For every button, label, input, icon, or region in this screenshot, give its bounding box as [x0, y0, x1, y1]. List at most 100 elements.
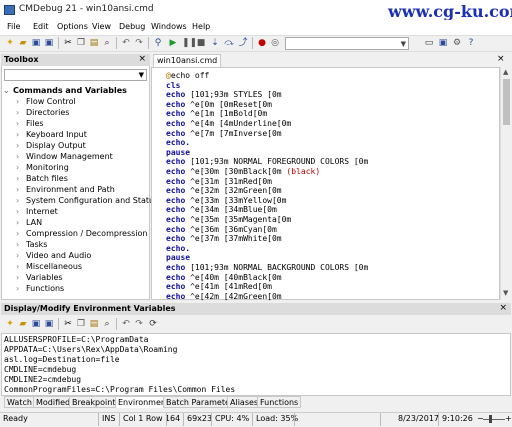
- zoom-in-icon[interactable]: +: [505, 414, 512, 423]
- tree-item[interactable]: › Compression / Decompression: [16, 229, 148, 238]
- tree-item[interactable]: › Files: [16, 119, 44, 128]
- menu-windows[interactable]: Windows: [151, 22, 187, 31]
- tree-item[interactable]: › System Configuration and Status: [16, 196, 158, 205]
- breakpoint-icon[interactable]: ●: [257, 38, 267, 48]
- tree-item[interactable]: › Functions: [16, 284, 64, 293]
- toolbar-dropdown[interactable]: ▼: [285, 37, 409, 50]
- chevron-right-icon: ›: [16, 262, 20, 271]
- status-separator: [380, 413, 381, 426]
- step-into-icon[interactable]: ⇣: [210, 38, 220, 48]
- settings-icon[interactable]: ⚙: [452, 38, 462, 48]
- stop-icon[interactable]: ■: [196, 38, 206, 48]
- tree-item-label: Video and Audio: [26, 251, 92, 260]
- menu-file[interactable]: File: [7, 22, 20, 31]
- close-icon[interactable]: ×: [499, 303, 507, 313]
- scroll-thumb[interactable]: [503, 79, 510, 125]
- new-file-icon[interactable]: ✦: [5, 38, 15, 48]
- save-all-icon[interactable]: ▣: [44, 319, 54, 329]
- open-folder-icon[interactable]: ▰: [18, 319, 28, 329]
- paste-icon[interactable]: ▤: [89, 38, 99, 48]
- window-icon[interactable]: ▣: [438, 38, 448, 48]
- code-keyword: echo: [166, 167, 186, 176]
- run-icon[interactable]: ▶: [168, 38, 178, 48]
- step-out-icon[interactable]: ⤴: [238, 38, 248, 48]
- toolbox-filter-select[interactable]: ▼: [4, 69, 147, 81]
- copy-icon[interactable]: ❐: [76, 38, 86, 48]
- pause-icon[interactable]: ❚❚: [182, 38, 197, 48]
- redo-icon[interactable]: ↷: [134, 38, 144, 48]
- code-line: echo ^e[30m [30mBlack[0m (black): [166, 167, 320, 177]
- code-keyword: echo.: [166, 138, 191, 148]
- cut-icon[interactable]: ✂: [63, 38, 73, 48]
- tree-item[interactable]: › Directories: [16, 108, 69, 117]
- undo-icon[interactable]: ↶: [121, 319, 131, 329]
- menu-edit[interactable]: Edit: [33, 22, 49, 31]
- tree-item[interactable]: › Batch files: [16, 174, 68, 183]
- tree-item[interactable]: › Internet: [16, 207, 58, 216]
- tree-item[interactable]: › Display Output: [16, 141, 86, 150]
- find-icon[interactable]: ⌕: [102, 319, 112, 329]
- menu-view[interactable]: View: [92, 22, 111, 31]
- scroll-down-icon[interactable]: ▼: [503, 289, 508, 297]
- code-keyword: echo: [166, 119, 186, 128]
- tree-item[interactable]: › Environment and Path: [16, 185, 115, 194]
- open-folder-icon[interactable]: ▰: [18, 38, 28, 48]
- tree-item[interactable]: › Tasks: [16, 240, 47, 249]
- save-all-icon[interactable]: ▣: [44, 38, 54, 48]
- save-icon[interactable]: ▣: [31, 319, 41, 329]
- env-variable-row[interactable]: asl.log=Destination=file: [4, 355, 120, 365]
- env-variable-row[interactable]: CMDLINE2=cmdebug: [4, 375, 81, 385]
- close-icon[interactable]: ×: [138, 54, 146, 64]
- copy-icon[interactable]: ❐: [76, 319, 86, 329]
- status-col-row: Col 1 Row 1: [123, 414, 171, 423]
- bottom-tab[interactable]: Aliases: [227, 396, 262, 408]
- tree-item[interactable]: › Window Management: [16, 152, 113, 161]
- redo-icon[interactable]: ↷: [134, 319, 144, 329]
- menu-help[interactable]: Help: [192, 22, 210, 31]
- close-icon[interactable]: ×: [497, 54, 505, 64]
- zoom-slider-thumb[interactable]: [489, 415, 492, 423]
- code-text: ^e[40m [40mBlack[0m: [185, 272, 282, 282]
- binoculars-icon[interactable]: ⚲: [153, 38, 163, 48]
- env-variable-row[interactable]: CommonProgramFiles=C:\Program Files\Comm…: [4, 385, 235, 395]
- menu-debug[interactable]: Debug: [119, 22, 145, 31]
- paste-icon[interactable]: ▤: [89, 319, 99, 329]
- refresh-icon[interactable]: ⟳: [148, 319, 158, 329]
- code-text: ^e[32m [32mGreen[0m: [185, 186, 282, 196]
- tree-item[interactable]: › Miscellaneous: [16, 262, 82, 271]
- scroll-up-icon[interactable]: ▲: [503, 68, 508, 76]
- help-icon[interactable]: ?: [466, 38, 476, 48]
- chevron-right-icon: ›: [16, 251, 20, 260]
- save-icon[interactable]: ▣: [31, 38, 41, 48]
- tree-item[interactable]: › Keyboard Input: [16, 130, 87, 139]
- console-icon[interactable]: ▭: [424, 38, 434, 48]
- env-variable-row[interactable]: APPDATA=C:\Users\Rex\AppData\Roaming: [4, 345, 177, 355]
- editor-tab[interactable]: win10ansi.cmd: [153, 54, 221, 67]
- undo-icon[interactable]: ↶: [121, 38, 131, 48]
- zoom-slider-track[interactable]: [483, 419, 505, 420]
- env-variable-row[interactable]: ALLUSERSPROFILE=C:\ProgramData: [4, 335, 149, 345]
- vertical-scrollbar[interactable]: ▲ ▼: [500, 67, 511, 300]
- step-over-icon[interactable]: ⤼: [224, 38, 234, 48]
- code-line: echo [101;93m NORMAL BACKGROUND COLORS […: [166, 263, 368, 273]
- tree-group[interactable]: ⌄ Commands and Variables: [3, 86, 127, 95]
- clear-breakpoints-icon[interactable]: ◎: [270, 38, 280, 48]
- code-line: pause: [166, 148, 190, 158]
- code-keyword: echo: [166, 224, 186, 234]
- bottom-tab[interactable]: Watch: [4, 396, 35, 408]
- tree-item[interactable]: › Monitoring: [16, 163, 69, 172]
- bottom-tab[interactable]: Modified: [33, 396, 74, 408]
- env-variable-row[interactable]: CMDLINE=cmdebug: [4, 365, 76, 375]
- tree-item[interactable]: › LAN: [16, 218, 42, 227]
- new-variable-icon[interactable]: ✦: [5, 319, 15, 329]
- zoom-out-icon[interactable]: −: [477, 414, 484, 423]
- tree-item[interactable]: › Variables: [16, 273, 63, 282]
- toolbar-separator: [252, 37, 253, 49]
- tree-item[interactable]: › Flow Control: [16, 97, 76, 106]
- cut-icon[interactable]: ✂: [63, 319, 73, 329]
- code-text: ^e[34m [34mBlue[0m: [185, 205, 277, 215]
- find-icon[interactable]: ⌕: [102, 38, 112, 48]
- menu-options[interactable]: Options: [57, 22, 88, 31]
- bottom-tab[interactable]: Functions: [257, 396, 302, 408]
- tree-item[interactable]: › Video and Audio: [16, 251, 91, 260]
